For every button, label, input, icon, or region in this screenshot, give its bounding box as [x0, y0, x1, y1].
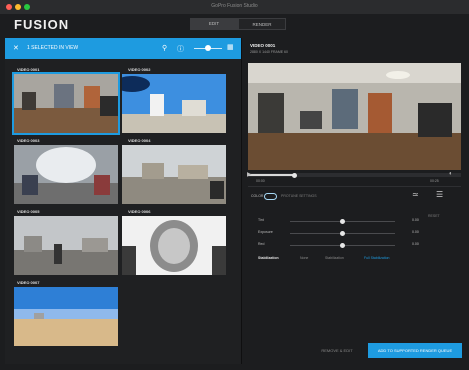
- thumbnail-video-5[interactable]: [14, 216, 118, 275]
- orb-scene-image: [122, 216, 226, 275]
- thumbnail-video-2[interactable]: [122, 74, 226, 133]
- section-divider: [248, 186, 461, 187]
- media-title: VIDEO 0001: [250, 43, 276, 48]
- play-icon[interactable]: ▶: [247, 171, 252, 178]
- sky-scene-image: [122, 74, 226, 133]
- stabilization-label: Stabilization: [258, 256, 279, 260]
- thumbnail-video-1[interactable]: [12, 72, 120, 135]
- selection-toolbar: ✕ 1 SELECTED IN VIEW ⚲ ⓘ ▦: [5, 38, 241, 59]
- thumb-label: VIDEO 0005: [17, 209, 40, 214]
- slider-label-tint: Tint: [258, 218, 264, 222]
- preview-image: [248, 63, 461, 170]
- info-icon[interactable]: ⓘ: [177, 44, 184, 54]
- exposure-slider-knob[interactable]: [340, 231, 345, 236]
- grid-icon[interactable]: ▦: [227, 43, 234, 51]
- thumbnail-video-4[interactable]: [122, 145, 226, 204]
- add-to-render-queue-button[interactable]: ADD TO SUPPORTED RENDER QUEUE: [368, 343, 462, 358]
- stabilization-option-stabilization[interactable]: Stabilization: [325, 256, 344, 260]
- window-title: GoPro Fusion Studio: [211, 3, 258, 9]
- slider-label-red: Red: [258, 242, 265, 246]
- stabilization-option-none[interactable]: None: [300, 256, 308, 260]
- room-scene-image: [14, 74, 118, 133]
- thumbnail-video-6[interactable]: [122, 216, 226, 275]
- stabilization-option-full[interactable]: Full Stabilization: [364, 256, 389, 260]
- red-slider-knob[interactable]: [340, 243, 345, 248]
- app-window: GoPro Fusion Studio FUSION EDIT RENDER ✕…: [0, 0, 469, 370]
- exposure-value: 0.00: [412, 230, 419, 234]
- tint-slider-knob[interactable]: [340, 219, 345, 224]
- time-start: 00:00: [256, 179, 265, 183]
- color-label: COLOR: [251, 194, 264, 198]
- thumb-label: VIDEO 0003: [17, 138, 40, 143]
- time-end: 00:25: [430, 179, 439, 183]
- thumb-label: VIDEO 0004: [128, 138, 151, 143]
- red-value: 0.00: [412, 242, 419, 246]
- zoom-slider-knob[interactable]: [205, 45, 211, 51]
- thumb-label: VIDEO 0002: [128, 67, 151, 72]
- plaza-scene-image: [122, 145, 226, 204]
- remove-edit-button[interactable]: REMOVE & EDIT: [311, 343, 363, 358]
- beach-scene-image: [14, 287, 118, 346]
- street-scene-image: [14, 216, 118, 275]
- thumb-label: VIDEO 0001: [17, 67, 40, 72]
- video-preview[interactable]: [248, 63, 461, 170]
- scrub-progress: [248, 174, 295, 176]
- thumbnail-video-3[interactable]: [14, 145, 118, 204]
- filter-icon[interactable]: ⚲: [162, 44, 167, 52]
- thumb-label: VIDEO 0007: [17, 280, 40, 285]
- protune-label: PROTUNE SETTINGS: [281, 194, 317, 198]
- tint-value: 0.00: [412, 218, 419, 222]
- slider-label-exposure: Exposure: [258, 230, 273, 234]
- color-toggle[interactable]: [264, 193, 277, 200]
- reset-label[interactable]: RESET: [428, 214, 440, 218]
- thumb-label: VIDEO 0006: [128, 209, 151, 214]
- media-grid: VIDEO 0001 VIDEO 0002 VIDEO 0003 VIDEO 0…: [5, 59, 241, 364]
- tab-render[interactable]: RENDER: [238, 18, 286, 30]
- thumbnail-video-7[interactable]: [14, 287, 118, 346]
- media-subtitle: 2880 X 1440 FRAME 60: [250, 50, 288, 54]
- video-scrubber[interactable]: [248, 173, 461, 177]
- tunnel-scene-image: [14, 145, 118, 204]
- selection-label: 1 SELECTED IN VIEW: [27, 45, 79, 51]
- layers-icon[interactable]: ☰: [436, 190, 443, 199]
- waveform-icon[interactable]: ≃: [412, 190, 419, 199]
- volume-icon[interactable]: ◐: [449, 171, 453, 177]
- app-logo: FUSION: [14, 17, 70, 32]
- close-icon[interactable]: ✕: [13, 44, 19, 52]
- title-bar: GoPro Fusion Studio: [0, 0, 469, 14]
- tab-edit[interactable]: EDIT: [190, 18, 238, 30]
